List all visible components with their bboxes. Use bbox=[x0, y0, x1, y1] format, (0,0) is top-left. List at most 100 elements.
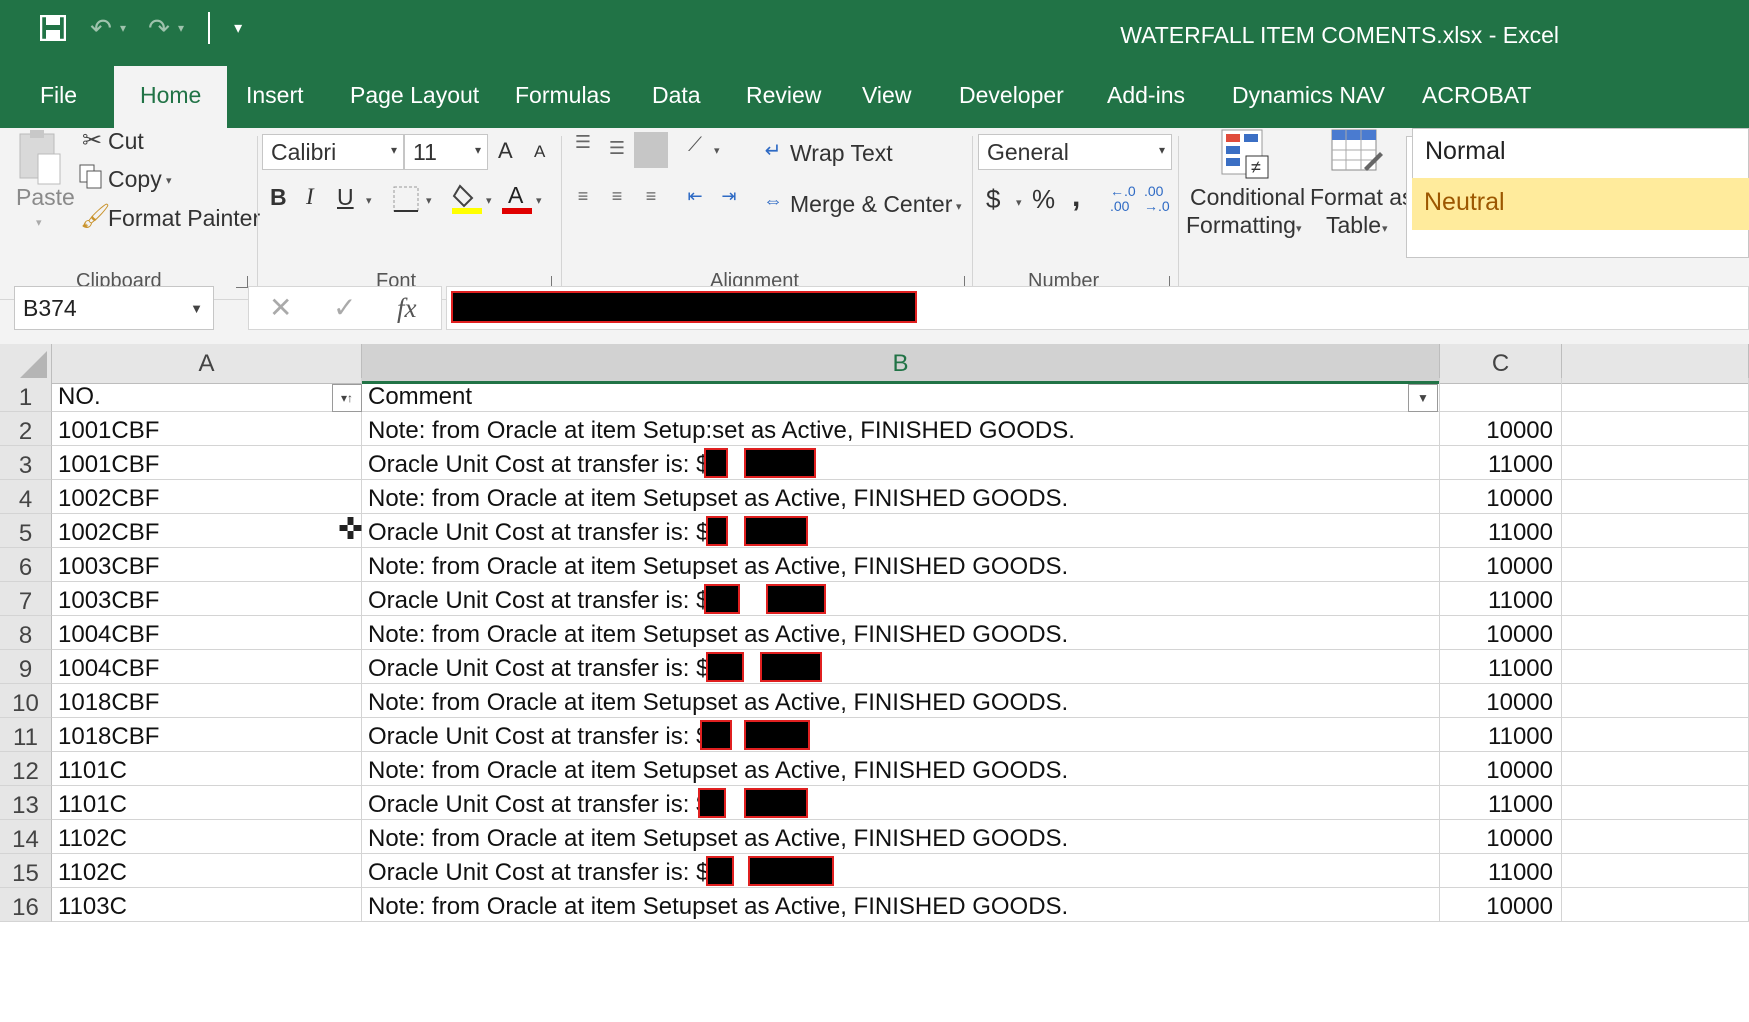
row-header[interactable]: 12 bbox=[0, 752, 52, 786]
top-align-icon[interactable]: ☰ bbox=[568, 132, 598, 153]
cell-b[interactable]: Note: from Oracle at item Setupset as Ac… bbox=[362, 480, 1440, 514]
cell-c[interactable]: 10000 bbox=[1440, 412, 1562, 446]
empty-cell[interactable] bbox=[1562, 582, 1749, 616]
tab-home[interactable]: Home bbox=[114, 66, 228, 128]
row-header[interactable]: 15 bbox=[0, 854, 52, 888]
cell-c[interactable]: 11000 bbox=[1440, 650, 1562, 684]
align-left-icon[interactable]: ≡ bbox=[568, 186, 598, 207]
cell-a[interactable]: 1101C bbox=[52, 752, 362, 786]
row-header[interactable]: 10 bbox=[0, 684, 52, 718]
paste-dropdown-icon[interactable]: ▾ bbox=[36, 216, 42, 229]
row-header[interactable]: 9 bbox=[0, 650, 52, 684]
conditional-formatting-dropdown-icon[interactable]: ▾ bbox=[1296, 222, 1302, 235]
cell-b[interactable]: Note: from Oracle at item Setupset as Ac… bbox=[362, 684, 1440, 718]
paste-button[interactable]: Paste bbox=[16, 184, 75, 211]
row-header[interactable]: 5 bbox=[0, 514, 52, 548]
cell-b[interactable]: Note: from Oracle at item Setupset as Ac… bbox=[362, 888, 1440, 922]
enter-icon[interactable]: ✓ bbox=[333, 291, 356, 324]
insert-function-icon[interactable]: fx bbox=[397, 293, 417, 324]
merge-center-dropdown-icon[interactable]: ▾ bbox=[956, 200, 962, 213]
empty-cell[interactable] bbox=[1562, 650, 1749, 684]
cell-b[interactable]: Oracle Unit Cost at transfer is: $ bbox=[362, 514, 1440, 548]
cell-c[interactable]: 10000 bbox=[1440, 888, 1562, 922]
empty-cell[interactable] bbox=[1562, 888, 1749, 922]
decrease-indent-icon[interactable]: ⇤ bbox=[680, 186, 710, 207]
fill-color-icon[interactable] bbox=[452, 182, 482, 221]
customize-qat-icon[interactable]: ▾ bbox=[234, 18, 242, 38]
format-painter-icon[interactable]: 🖌 bbox=[80, 202, 110, 231]
cell-b[interactable]: Oracle Unit Cost at transfer is: $ bbox=[362, 446, 1440, 480]
tab-dynamics-nav[interactable]: Dynamics NAV bbox=[1232, 82, 1385, 109]
cell-b[interactable]: Oracle Unit Cost at transfer is: $ bbox=[362, 650, 1440, 684]
increase-decimal-button[interactable]: ←.0 .00 bbox=[1110, 184, 1136, 214]
cell-c[interactable]: 11000 bbox=[1440, 854, 1562, 888]
cell-b[interactable]: Oracle Unit Cost at transfer is: $ bbox=[362, 582, 1440, 616]
borders-dropdown-icon[interactable]: ▾ bbox=[426, 194, 432, 207]
cell-a[interactable]: 1003CBF bbox=[52, 548, 362, 582]
percent-button[interactable]: % bbox=[1032, 184, 1055, 215]
cell-b[interactable]: Oracle Unit Cost at transfer is: $ bbox=[362, 786, 1440, 820]
comma-button[interactable]: , bbox=[1072, 180, 1080, 214]
empty-cell[interactable] bbox=[1562, 684, 1749, 718]
undo-icon[interactable]: ↶ bbox=[86, 13, 116, 43]
cell-a[interactable]: 1004CBF bbox=[52, 650, 362, 684]
cell-c[interactable]: 10000 bbox=[1440, 752, 1562, 786]
font-size-combo[interactable]: 11 ▾ bbox=[404, 134, 488, 170]
empty-cell[interactable] bbox=[1562, 378, 1749, 412]
empty-cell[interactable] bbox=[1562, 548, 1749, 582]
wrap-text-icon[interactable]: ↵ bbox=[758, 138, 788, 163]
format-painter-button[interactable]: Format Painter bbox=[108, 205, 260, 232]
cell-a[interactable]: 1102C bbox=[52, 820, 362, 854]
header-cell-comment[interactable]: Comment bbox=[362, 378, 1440, 412]
cell-c[interactable]: 10000 bbox=[1440, 616, 1562, 650]
cell-a[interactable]: 1002CBF bbox=[52, 480, 362, 514]
empty-cell[interactable] bbox=[1562, 786, 1749, 820]
copy-button[interactable]: Copy bbox=[108, 166, 162, 193]
undo-dropdown-icon[interactable]: ▾ bbox=[120, 21, 126, 35]
fill-color-dropdown-icon[interactable]: ▾ bbox=[486, 194, 492, 207]
cell-c[interactable]: 10000 bbox=[1440, 820, 1562, 854]
cell-c[interactable]: 10000 bbox=[1440, 548, 1562, 582]
conditional-formatting-icon[interactable]: ≠ bbox=[1220, 128, 1270, 187]
cell-c[interactable]: 11000 bbox=[1440, 446, 1562, 480]
cell-c[interactable]: 11000 bbox=[1440, 786, 1562, 820]
align-center-icon[interactable]: ≡ bbox=[602, 186, 632, 207]
row-header[interactable]: 1 bbox=[0, 378, 52, 412]
format-as-table-icon[interactable] bbox=[1330, 128, 1384, 187]
empty-cell[interactable] bbox=[1562, 412, 1749, 446]
cell-a[interactable]: 1103C bbox=[52, 888, 362, 922]
bold-button[interactable]: B bbox=[270, 184, 287, 211]
middle-align-icon[interactable]: ☰ bbox=[602, 138, 632, 159]
underline-button[interactable]: U bbox=[337, 184, 354, 211]
row-header[interactable]: 11 bbox=[0, 718, 52, 752]
name-box[interactable]: B374 ▼ bbox=[14, 286, 214, 330]
cell-c[interactable]: 11000 bbox=[1440, 514, 1562, 548]
cell-a[interactable]: 1001CBF bbox=[52, 446, 362, 480]
font-name-combo[interactable]: Calibri ▾ bbox=[262, 134, 404, 170]
style-normal[interactable]: Normal bbox=[1412, 128, 1749, 180]
tab-page-layout[interactable]: Page Layout bbox=[350, 82, 479, 109]
filter-dropdown-icon[interactable]: ▼ bbox=[1408, 384, 1438, 412]
empty-cell[interactable] bbox=[1562, 514, 1749, 548]
cell-a[interactable]: 1003CBF bbox=[52, 582, 362, 616]
tab-review[interactable]: Review bbox=[746, 82, 821, 109]
redo-icon[interactable]: ↷ bbox=[144, 13, 174, 43]
row-header[interactable]: 14 bbox=[0, 820, 52, 854]
cell-a[interactable]: 1101C bbox=[52, 786, 362, 820]
currency-button[interactable]: $ bbox=[986, 184, 1000, 215]
cut-button[interactable]: Cut bbox=[108, 128, 144, 155]
row-header[interactable]: 6 bbox=[0, 548, 52, 582]
cell-a[interactable]: 1004CBF bbox=[52, 616, 362, 650]
tab-acrobat[interactable]: ACROBAT bbox=[1422, 82, 1531, 109]
cell-a[interactable]: 1001CBF bbox=[52, 412, 362, 446]
tab-data[interactable]: Data bbox=[652, 82, 701, 109]
cell-c[interactable]: 11000 bbox=[1440, 718, 1562, 752]
row-header[interactable]: 3 bbox=[0, 446, 52, 480]
cell-b[interactable]: Note: from Oracle at item Setupset as Ac… bbox=[362, 616, 1440, 650]
empty-cell[interactable] bbox=[1562, 446, 1749, 480]
orientation-icon[interactable]: ⟋ bbox=[680, 134, 710, 157]
shrink-font-button[interactable]: A bbox=[534, 142, 545, 162]
increase-indent-icon[interactable]: ⇥ bbox=[714, 186, 744, 207]
cancel-icon[interactable]: ✕ bbox=[269, 291, 292, 324]
header-cell-c[interactable] bbox=[1440, 378, 1562, 412]
